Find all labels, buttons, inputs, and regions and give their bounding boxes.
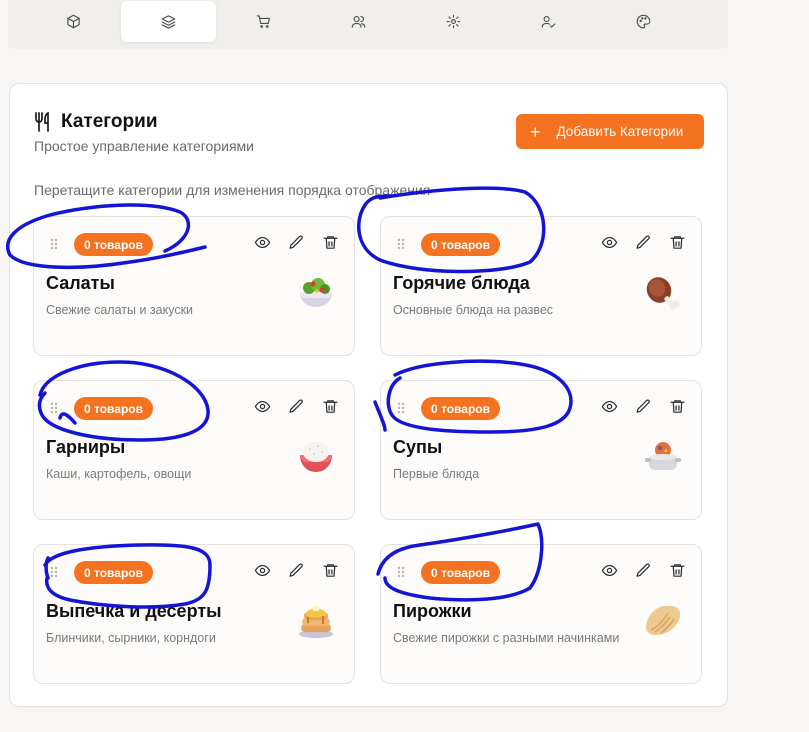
drag-handle-icon[interactable] <box>50 237 58 250</box>
rice-bowl-image <box>296 436 336 476</box>
category-card[interactable]: 0 товаров Супы Первые блюда <box>380 380 702 520</box>
tab-settings[interactable] <box>406 1 501 42</box>
product-count-badge: 0 товаров <box>74 561 153 584</box>
delete-icon[interactable] <box>667 560 687 580</box>
soup-pot-image <box>643 436 683 476</box>
delete-icon[interactable] <box>320 396 340 416</box>
cart-icon <box>256 14 270 28</box>
drag-handle-icon[interactable] <box>397 237 405 250</box>
edit-icon[interactable] <box>633 232 653 252</box>
top-nav <box>8 0 728 49</box>
meat-leg-image <box>643 272 683 312</box>
category-description: Первые блюда <box>393 467 480 481</box>
drag-handle-icon[interactable] <box>397 401 405 414</box>
delete-icon[interactable] <box>320 560 340 580</box>
category-card[interactable]: 0 товаров Горячие блюда Основные блюда на … <box>380 216 702 356</box>
category-name: Выпечка и десерты <box>46 601 222 621</box>
edit-icon[interactable] <box>286 232 306 252</box>
page-subtitle: Простое управление категориями <box>34 138 254 154</box>
category-description: Свежие салаты и закуски <box>46 303 194 317</box>
category-card[interactable]: 0 товаров Выпечка и десерты Блинчики, сырн… <box>33 544 355 684</box>
category-description: Свежие пирожки с разными начинками <box>393 631 620 645</box>
product-count-badge: 0 товаров <box>421 233 500 256</box>
plus-icon: + <box>530 121 541 142</box>
add-category-button[interactable]: + Добавить Категории <box>516 114 704 149</box>
category-card[interactable]: 0 товаров Салаты Свежие салаты и закуски <box>33 216 355 356</box>
delete-icon[interactable] <box>320 232 340 252</box>
users-icon <box>351 15 366 28</box>
category-name: Гарниры <box>46 437 126 457</box>
drag-hint: Перетащите категории для изменения поряд… <box>34 182 431 198</box>
gear-icon <box>446 14 461 28</box>
delete-icon[interactable] <box>667 232 687 252</box>
view-icon[interactable] <box>252 396 272 416</box>
tab-categories[interactable] <box>121 0 216 42</box>
edit-icon[interactable] <box>286 560 306 580</box>
page-title: Категории <box>61 111 158 132</box>
delete-icon[interactable] <box>667 396 687 416</box>
category-description: Основные блюда на развес <box>393 303 554 317</box>
tab-orders[interactable] <box>216 1 311 42</box>
tab-staff[interactable] <box>501 1 596 42</box>
box-icon <box>67 14 80 28</box>
category-name: Пирожки <box>393 601 472 621</box>
edit-icon[interactable] <box>633 396 653 416</box>
product-count-badge: 0 товаров <box>421 561 500 584</box>
layers-icon <box>161 14 176 29</box>
edit-icon[interactable] <box>633 560 653 580</box>
drag-handle-icon[interactable] <box>50 401 58 414</box>
edit-icon[interactable] <box>286 396 306 416</box>
drag-handle-icon[interactable] <box>397 565 405 578</box>
category-name: Супы <box>393 437 443 457</box>
tab-products[interactable] <box>26 1 121 42</box>
tab-users[interactable] <box>311 1 406 42</box>
product-count-badge: 0 товаров <box>74 397 153 420</box>
view-icon[interactable] <box>252 560 272 580</box>
add-category-label: Добавить Категории <box>556 124 684 139</box>
drag-handle-icon[interactable] <box>50 565 58 578</box>
pancakes-image <box>296 600 336 640</box>
category-description: Блинчики, сырники, корндоги <box>46 631 216 645</box>
user-check-icon <box>541 15 556 28</box>
dumpling-image <box>643 600 683 640</box>
view-icon[interactable] <box>599 396 619 416</box>
tab-appearance[interactable] <box>596 1 691 42</box>
utensils-icon <box>34 111 52 132</box>
product-count-badge: 0 товаров <box>74 233 153 256</box>
view-icon[interactable] <box>599 232 619 252</box>
product-count-badge: 0 товаров <box>421 397 500 420</box>
category-card[interactable]: 0 товаров Гарниры Каши, картофель, овощи <box>33 380 355 520</box>
category-card[interactable]: 0 товаров Пирожки Свежие пирожки с разными… <box>380 544 702 684</box>
view-icon[interactable] <box>599 560 619 580</box>
category-description: Каши, картофель, овощи <box>46 467 192 481</box>
category-name: Горячие блюда <box>393 273 530 293</box>
salad-bowl-image <box>296 272 336 312</box>
category-name: Салаты <box>46 273 115 293</box>
view-icon[interactable] <box>252 232 272 252</box>
palette-icon <box>636 14 651 28</box>
